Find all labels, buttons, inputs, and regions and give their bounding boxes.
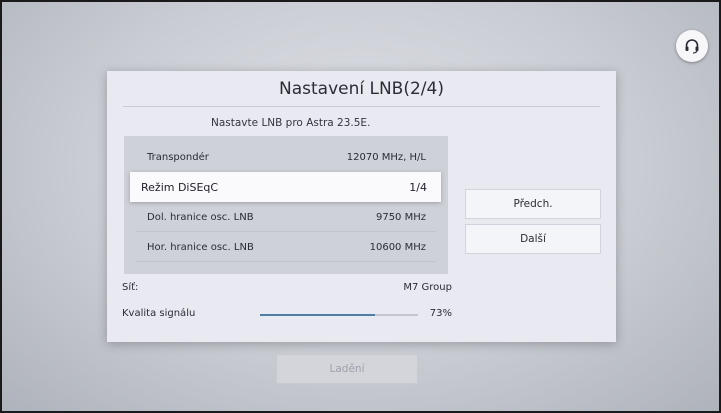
signal-quality-fill [260,314,376,316]
setting-value: 10600 MHz [369,241,426,253]
setting-value: 9750 MHz [375,211,426,223]
setting-row-lnb-high-osc[interactable]: Hor. hranice osc. LNB 10600 MHz [124,232,448,262]
setting-row-diseqc-mode[interactable]: Režim DiSEqC 1/4 [130,172,441,202]
network-value: M7 Group [403,282,452,293]
title-divider [123,106,600,107]
setting-value: 1/4 [409,180,427,194]
setting-label: Dol. hranice osc. LNB [147,211,254,223]
help-button[interactable] [676,30,708,62]
next-button[interactable]: Další [465,224,601,254]
signal-quality-value: 73% [429,308,452,319]
setting-row-partial: ... [148,269,158,274]
signal-quality-label: Kvalita signálu [122,308,196,319]
screen-border-left [0,0,2,413]
network-row: Síť: M7 Group [122,282,452,293]
network-label: Síť: [122,282,139,293]
tune-button[interactable]: Ladění [276,354,418,384]
setting-row-lnb-low-osc[interactable]: Dol. hranice osc. LNB 9750 MHz [124,202,448,232]
dialog-subtitle: Nastavte LNB pro Astra 23.5E. [211,117,371,129]
setting-label: Hor. hranice osc. LNB [147,241,254,253]
setting-value: 12070 MHz, H/L [346,151,426,163]
screen-border-top [0,0,721,2]
row-divider [136,261,436,262]
setting-label: Režim DiSEqC [141,180,219,194]
headset-icon [685,39,699,54]
setting-label: Transpondér [147,151,209,163]
settings-list: Transpondér 12070 MHz, H/L Režim DiSEqC … [124,136,448,274]
signal-quality-bar [260,314,418,316]
setting-row-transponder[interactable]: Transpondér 12070 MHz, H/L [124,142,448,172]
previous-button[interactable]: Předch. [465,189,601,219]
lnb-settings-dialog: Nastavení LNB(2/4) Nastavte LNB pro Astr… [107,71,616,342]
dialog-title: Nastavení LNB(2/4) [279,79,444,99]
